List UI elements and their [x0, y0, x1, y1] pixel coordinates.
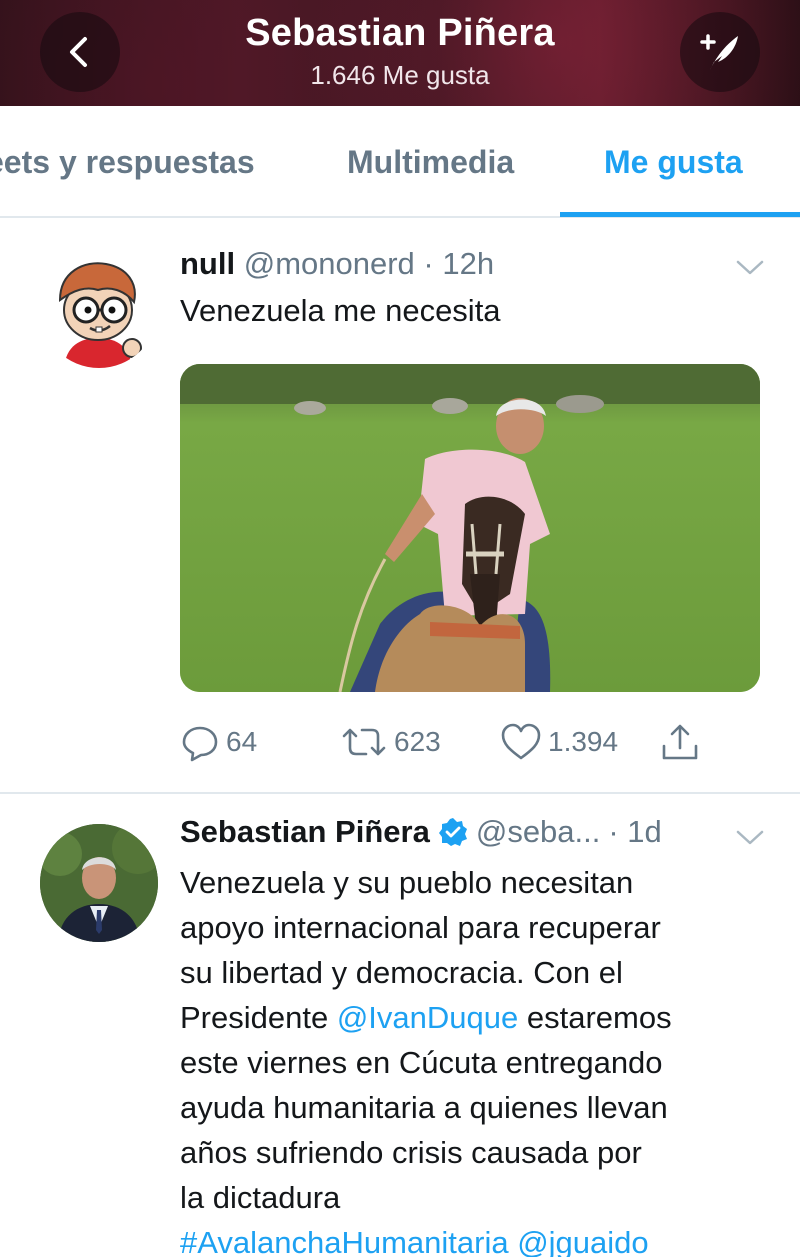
like-count: 1.394 — [548, 726, 619, 757]
likes-count-subtitle: 1.646 Me gusta — [310, 60, 490, 90]
tweet-header: null @mononerd · 12h — [180, 246, 494, 282]
compose-tweet-button[interactable] — [680, 12, 760, 92]
tweet-text: Venezuela y su pueblo necesitan apoyo in… — [180, 860, 780, 1257]
tweet-text-segment: Presidente — [180, 1000, 337, 1035]
tweet-text-line: años sufriendo crisis causada por — [180, 1135, 642, 1170]
tweet-text-line: la dictadura — [180, 1180, 341, 1215]
avatar[interactable] — [40, 824, 158, 942]
chevron-down-icon[interactable] — [735, 828, 765, 848]
tweet-text-line: este viernes en Cúcuta entregando — [180, 1045, 663, 1080]
tweet-divider — [0, 792, 800, 794]
mention-link[interactable]: @IvanDuque — [337, 1000, 518, 1035]
reply-button[interactable]: 64 — [180, 722, 257, 762]
tweet-text-segment: estaremos — [518, 1000, 672, 1035]
like-button[interactable]: 1.394 — [500, 722, 618, 762]
mention-link[interactable]: @jguaido — [517, 1225, 648, 1257]
tweet-text-line: Venezuela y su pueblo necesitan — [180, 865, 634, 900]
share-button[interactable] — [660, 722, 700, 762]
tweet-time: · 1d — [608, 814, 662, 849]
hashtag-link[interactable]: #AvalanchaHumanitaria — [180, 1225, 509, 1257]
chevron-down-icon[interactable] — [735, 258, 765, 278]
tweet-text-line: su libertad y democracia. Con el — [180, 955, 623, 990]
avatar[interactable] — [40, 250, 158, 368]
man-in-suit-avatar-image — [40, 824, 158, 942]
tab-tweets-and-replies[interactable]: eets y respuestas — [0, 144, 255, 181]
reply-count: 64 — [226, 726, 258, 757]
author-name[interactable]: null — [180, 246, 235, 281]
retweet-icon — [342, 728, 386, 756]
tweet-header: Sebastian Piñera @seba... · 1d — [180, 814, 662, 850]
tweet-text-line: apoyo internacional para recuperar — [180, 910, 661, 945]
tab-likes[interactable]: Me gusta — [604, 144, 743, 181]
share-icon — [662, 724, 698, 760]
tweet-photo[interactable] — [180, 364, 760, 692]
tweet-actions: 64 623 1.394 — [180, 722, 740, 766]
compose-quill-icon — [700, 34, 738, 70]
author-handle[interactable]: @seba... — [476, 814, 601, 850]
heart-icon — [501, 723, 541, 760]
verified-badge-icon — [438, 818, 467, 846]
tweet-text-line: Presidente @IvanDuque estaremos — [180, 995, 780, 1040]
profile-header: Sebastian Piñera 1.646 Me gusta — [0, 0, 800, 106]
profile-tabs: eets y respuestas Multimedia Me gusta — [0, 106, 800, 218]
retweet-button[interactable]: 623 — [340, 722, 441, 762]
author-handle[interactable]: @mononerd — [244, 246, 415, 281]
tab-media[interactable]: Multimedia — [347, 144, 514, 181]
tweet-time: · 12h — [423, 246, 495, 281]
reply-icon — [182, 726, 218, 762]
active-tab-indicator — [560, 212, 800, 217]
retweet-count: 623 — [394, 726, 441, 757]
tweet-text: Venezuela me necesita — [180, 293, 501, 328]
man-on-horse-photo — [180, 364, 760, 692]
cartoon-avatar-image — [40, 250, 158, 368]
tweet-text-line: ayuda humanitaria a quienes llevan — [180, 1090, 668, 1125]
author-name[interactable]: Sebastian Piñera — [180, 814, 430, 850]
tweet-text-line: #AvalanchaHumanitaria @jguaido — [180, 1220, 780, 1257]
